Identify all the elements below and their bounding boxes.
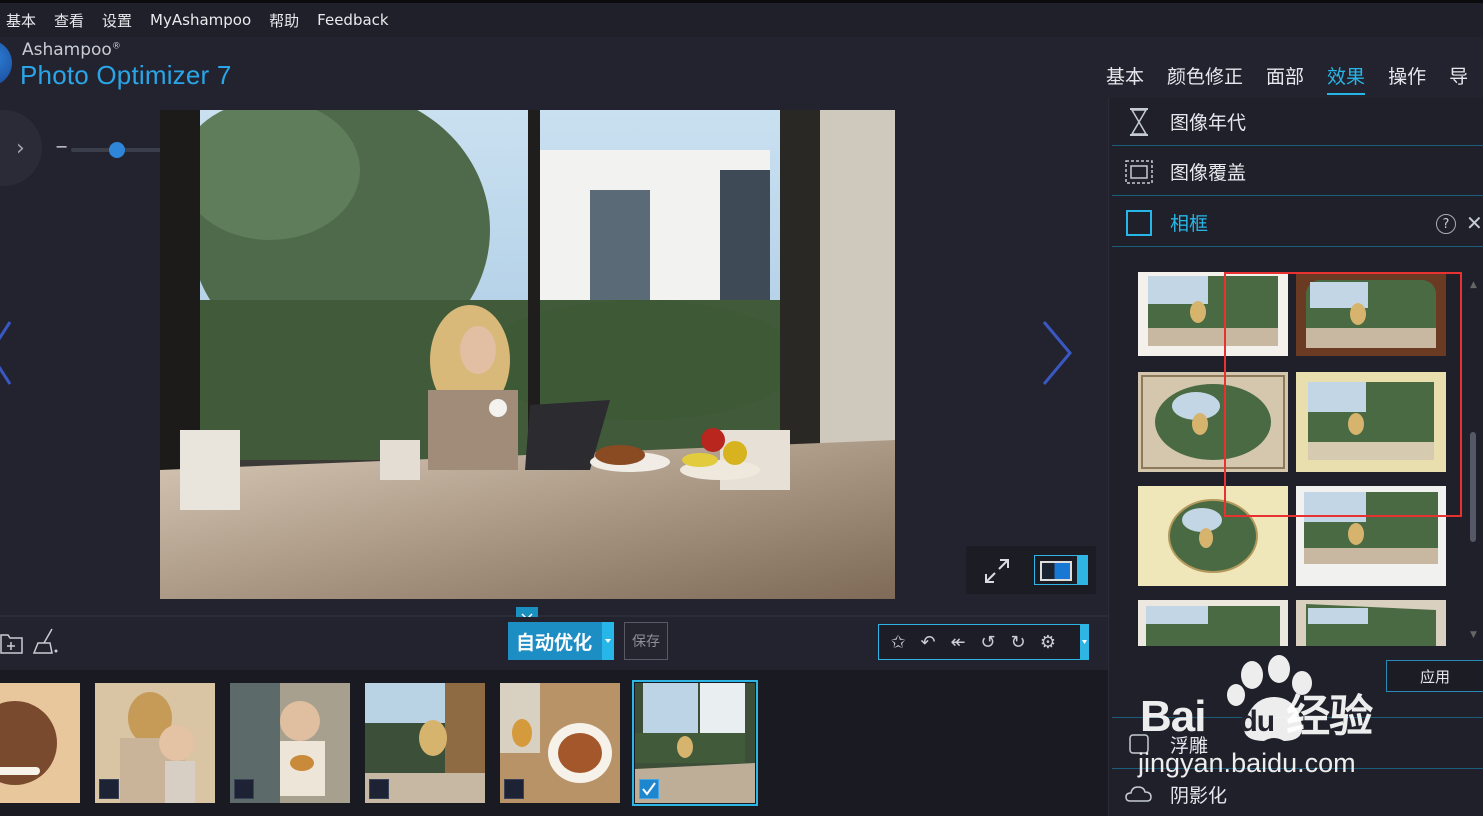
menu-myashampoo[interactable]: MyAshampoo <box>150 11 251 29</box>
compare-icon <box>1040 561 1072 581</box>
effect-frame[interactable]: 相框 <box>1112 199 1483 247</box>
magic-stars-icon[interactable]: ✩ <box>883 627 913 657</box>
frame-preview <box>1138 272 1288 356</box>
zoom-out-icon[interactable]: − <box>55 137 68 156</box>
undo-all-icon[interactable]: ↞ <box>943 627 973 657</box>
tab-effects[interactable]: 效果 <box>1327 62 1366 95</box>
effect-image-overlay[interactable]: 图像覆盖 <box>1112 148 1483 196</box>
thumbnail-5[interactable] <box>500 683 620 803</box>
registered-mark: ® <box>111 41 121 52</box>
add-folder-icon[interactable] <box>0 629 24 655</box>
watermark-text-du: du <box>1239 705 1275 738</box>
watermark-text-jingyan: 经验 <box>1286 692 1373 741</box>
rotate-left-90-icon[interactable]: ↺ <box>973 627 1003 657</box>
frame-preview <box>1138 486 1288 586</box>
frame-option-2-wood[interactable] <box>1296 272 1446 356</box>
thumbnail-6-selected[interactable] <box>632 680 758 806</box>
chevron-right-icon[interactable]: › <box>16 136 25 161</box>
menu-view[interactable]: 查看 <box>54 10 84 31</box>
photo-image <box>160 110 895 599</box>
auto-optimize-button[interactable]: 自动优化 <box>508 622 612 660</box>
thumbnail-2[interactable] <box>95 683 215 803</box>
frame-icon <box>1122 206 1156 240</box>
menu-settings[interactable]: 设置 <box>102 10 132 31</box>
brand-vendor: Ashampoo® <box>22 40 121 60</box>
menu-feedback[interactable]: Feedback <box>317 11 388 29</box>
effect-label: 图像覆盖 <box>1170 162 1247 184</box>
thumbnail-4[interactable] <box>365 683 485 803</box>
collapse-toggle[interactable] <box>516 607 538 621</box>
frame-option-1[interactable] <box>1138 272 1288 356</box>
thumbnail-checkbox[interactable] <box>369 779 389 799</box>
frame-option-4-gold[interactable] <box>1296 372 1446 472</box>
frame-preview <box>1138 600 1288 646</box>
compare-dropdown[interactable] <box>1078 555 1088 585</box>
main-photo <box>160 110 895 599</box>
frame-option-3-oval-ornate[interactable] <box>1138 372 1288 472</box>
thumbnail-checkbox[interactable] <box>234 779 254 799</box>
frame-preview <box>1296 486 1446 586</box>
hourglass-icon <box>1122 105 1156 139</box>
tab-operations[interactable]: 操作 <box>1388 62 1426 95</box>
apply-button[interactable]: 应用 <box>1386 660 1483 692</box>
fullscreen-icon[interactable] <box>982 556 1012 586</box>
compare-view-button[interactable] <box>1034 555 1078 585</box>
close-icon[interactable]: ✕ <box>1466 211 1483 235</box>
frame-option-6-white-polaroid[interactable] <box>1296 486 1446 586</box>
thumbnail-checkbox[interactable] <box>504 779 524 799</box>
category-tabs: 基本 颜色修正 面部 效果 操作 导 <box>1106 62 1483 95</box>
caret-down-icon <box>605 639 611 643</box>
thumbnail-3[interactable] <box>230 683 350 803</box>
broom-icon[interactable] <box>32 627 60 655</box>
tab-color-correction[interactable]: 颜色修正 <box>1167 62 1243 95</box>
thumbnail-checkbox[interactable] <box>99 779 119 799</box>
effect-image-age[interactable]: 图像年代 <box>1112 98 1483 146</box>
save-button[interactable]: 保存 <box>624 622 668 660</box>
frame-option-5-oval-cream[interactable] <box>1138 486 1288 586</box>
tab-basic[interactable]: 基本 <box>1106 62 1144 95</box>
overlay-icon <box>1122 155 1156 189</box>
help-icon[interactable]: ? <box>1436 214 1456 234</box>
view-tools <box>966 546 1096 594</box>
frame-option-7[interactable] <box>1138 600 1288 646</box>
menu-basic[interactable]: 基本 <box>6 10 36 31</box>
thumbnail-image <box>0 683 80 803</box>
menu-help[interactable]: 帮助 <box>269 10 299 31</box>
scroll-up-icon[interactable]: ▲ <box>1470 280 1477 290</box>
watermark-text-bai: Bai <box>1140 692 1206 741</box>
effect-label: 图像年代 <box>1170 112 1247 134</box>
app-window: 基本 查看 设置 MyAshampoo 帮助 Feedback Ashampoo… <box>0 0 1483 816</box>
previous-image-arrow[interactable] <box>0 318 16 388</box>
frame-preview <box>1138 372 1288 472</box>
tab-face[interactable]: 面部 <box>1266 62 1304 95</box>
frame-preview <box>1296 272 1446 356</box>
frame-preview <box>1296 372 1446 472</box>
settings-gear-icon[interactable]: ⚙ <box>1033 627 1063 657</box>
menubar: 基本 查看 设置 MyAshampoo 帮助 Feedback <box>0 3 1483 37</box>
next-image-arrow[interactable] <box>1040 318 1076 388</box>
rotate-right-90-icon[interactable]: ↻ <box>1003 627 1033 657</box>
shadow-icon <box>1122 777 1156 811</box>
effect-label: 阴影化 <box>1170 784 1228 807</box>
edit-tools-dropdown[interactable] <box>1080 624 1089 660</box>
zoom-handle[interactable] <box>108 142 125 158</box>
frame-preview <box>1296 600 1446 646</box>
thumbnail-1[interactable] <box>0 683 80 803</box>
brand-vendor-text: Ashampoo <box>22 40 112 60</box>
edit-tools-group: ✩ ↶ ↞ ↺ ↻ ⚙ <box>878 624 1084 660</box>
frame-option-8[interactable] <box>1296 600 1446 646</box>
undo-icon[interactable]: ↶ <box>913 627 943 657</box>
app-logo <box>0 40 12 86</box>
effect-label: 相框 <box>1170 213 1209 235</box>
checkmark-icon <box>642 782 656 796</box>
brand-product: Photo Optimizer 7 <box>20 60 232 90</box>
scroll-down-icon[interactable]: ▼ <box>1470 630 1477 640</box>
watermark-url: jingyan.baidu.com <box>1138 748 1356 778</box>
caret-down-icon <box>1082 640 1087 644</box>
frame-gallery-scrollbar[interactable] <box>1470 432 1476 542</box>
watermark-brand: Bai du 经验 <box>1140 680 1373 744</box>
auto-optimize-dropdown[interactable] <box>602 622 614 660</box>
thumbnail-checkbox-checked[interactable] <box>639 779 659 799</box>
tab-export[interactable]: 导 <box>1449 62 1468 95</box>
